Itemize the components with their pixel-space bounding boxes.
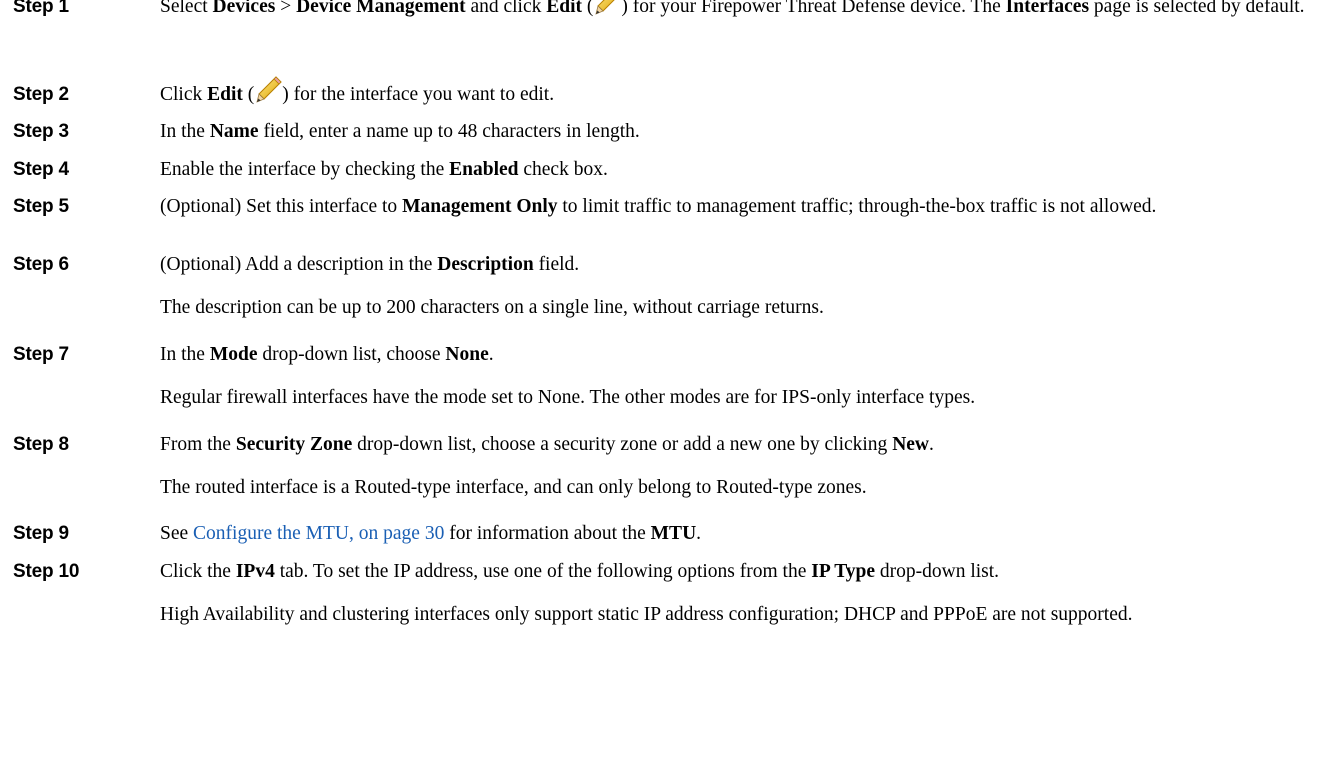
bold-term: New: [892, 434, 930, 455]
step-paragraph: The description can be up to 200 charact…: [160, 293, 1310, 322]
text-run: In the: [160, 121, 210, 142]
pencil-edit-icon: [593, 0, 621, 15]
text-run: Select: [160, 0, 213, 17]
bold-term: Enabled: [449, 159, 519, 180]
text-run: tab. To set the IP address, use one of t…: [274, 561, 812, 582]
text-run: field, enter a name up to 48 characters …: [258, 121, 640, 142]
text-run: In the: [160, 344, 210, 365]
text-run: From the: [160, 434, 236, 455]
step-paragraph: Enable the interface by checking the Ena…: [160, 155, 1310, 184]
text-run: Click the: [160, 561, 236, 582]
bold-term: Devices: [212, 0, 276, 17]
step-paragraph: In the Name field, enter a name up to 48…: [160, 117, 1310, 146]
text-run: >: [275, 0, 297, 17]
step-content: (Optional) Set this interface to Managem…: [160, 192, 1310, 221]
bold-term: Device Management: [296, 0, 466, 17]
text-run: and click: [465, 0, 547, 17]
text-run: for information about the: [444, 523, 651, 544]
pencil-edit-icon: [254, 76, 282, 103]
step-paragraph: In the Mode drop-down list, choose None.: [160, 340, 1310, 369]
text-run: ) for your Firepower Threat Defense devi…: [621, 0, 1006, 17]
step-paragraph: (Optional) Set this interface to Managem…: [160, 192, 1310, 221]
step-label: Step 1: [13, 0, 69, 17]
text-run: The description can be up to 200 charact…: [160, 297, 824, 318]
text-run: The routed interface is a Routed-type in…: [160, 477, 867, 498]
step-label: Step 9: [13, 523, 69, 544]
step-content: Select Devices > Device Management and c…: [160, 0, 1310, 21]
step-label: Step 7: [13, 344, 69, 365]
text-run: (: [242, 84, 255, 105]
cross-reference-link[interactable]: Configure the MTU, on page 30: [193, 523, 444, 544]
bold-term: Name: [209, 121, 259, 142]
step-content: In the Mode drop-down list, choose None.…: [160, 340, 1310, 412]
bold-term: Description: [437, 254, 534, 275]
bold-term: Edit: [207, 84, 243, 105]
step-label: Step 10: [13, 561, 80, 582]
text-run: field.: [533, 254, 580, 275]
text-run: (: [582, 0, 594, 17]
step-label: Step 5: [13, 196, 69, 217]
text-run: See: [160, 523, 194, 544]
text-run: .: [929, 434, 934, 455]
step-content: Click the IPv4 tab. To set the IP addres…: [160, 557, 1310, 629]
bold-term: Mode: [209, 344, 258, 365]
step-paragraph: (Optional) Add a description in the Desc…: [160, 250, 1310, 279]
bold-term: IPv4: [235, 561, 275, 582]
text-run: drop-down list, choose: [257, 344, 446, 365]
text-run: (Optional) Add a description in the: [160, 254, 438, 275]
bold-term: Interfaces: [1005, 0, 1090, 17]
text-run: Regular firewall interfaces have the mod…: [160, 387, 976, 408]
step-paragraph: High Availability and clustering interfa…: [160, 600, 1310, 629]
bold-term: MTU: [650, 523, 697, 544]
step-label: Step 2: [13, 84, 69, 105]
step-content: Click Edit ( ) for the interface you want…: [160, 76, 1310, 109]
bold-term: Management Only: [402, 196, 558, 217]
text-run: Enable the interface by checking the: [160, 159, 450, 180]
text-run: .: [696, 523, 702, 544]
step-content: See Configure the MTU, on page 30 for in…: [160, 519, 1310, 548]
step-label: Step 6: [13, 254, 69, 275]
text-run: to limit traffic to management traffic; …: [557, 196, 1157, 217]
step-content: (Optional) Add a description in the Desc…: [160, 250, 1310, 322]
step-label: Step 8: [13, 434, 69, 455]
bold-term: None: [445, 344, 489, 365]
text-run: High Availability and clustering interfa…: [160, 604, 1133, 625]
step-content: Enable the interface by checking the Ena…: [160, 155, 1310, 184]
text-run: page is selected by default.: [1089, 0, 1305, 17]
text-run: check box.: [518, 159, 608, 180]
step-paragraph: Click Edit ( ) for the interface you want…: [160, 76, 1310, 109]
text-run: .: [488, 344, 494, 365]
text-run: (Optional) Set this interface to: [160, 196, 403, 217]
text-run: Click: [160, 84, 208, 105]
step-paragraph: Click the IPv4 tab. To set the IP addres…: [160, 557, 1310, 586]
bold-term: Security Zone: [235, 434, 353, 455]
step-paragraph: See Configure the MTU, on page 30 for in…: [160, 519, 1310, 548]
step-content: In the Name field, enter a name up to 48…: [160, 117, 1310, 146]
step-paragraph: From the Security Zone drop-down list, c…: [160, 430, 1310, 459]
text-run: ) for the interface you want to edit.: [282, 84, 555, 105]
step-label: Step 3: [13, 121, 69, 142]
bold-term: IP Type: [811, 561, 876, 582]
step-paragraph: The routed interface is a Routed-type in…: [160, 473, 1310, 502]
text-run: drop-down list, choose a security zone o…: [352, 434, 893, 455]
step-paragraph: Select Devices > Device Management and c…: [160, 0, 1310, 21]
text-run: drop-down list.: [875, 561, 1000, 582]
step-content: From the Security Zone drop-down list, c…: [160, 430, 1310, 502]
bold-term: Edit: [546, 0, 583, 17]
step-label: Step 4: [13, 159, 69, 180]
step-paragraph: Regular firewall interfaces have the mod…: [160, 383, 1310, 412]
